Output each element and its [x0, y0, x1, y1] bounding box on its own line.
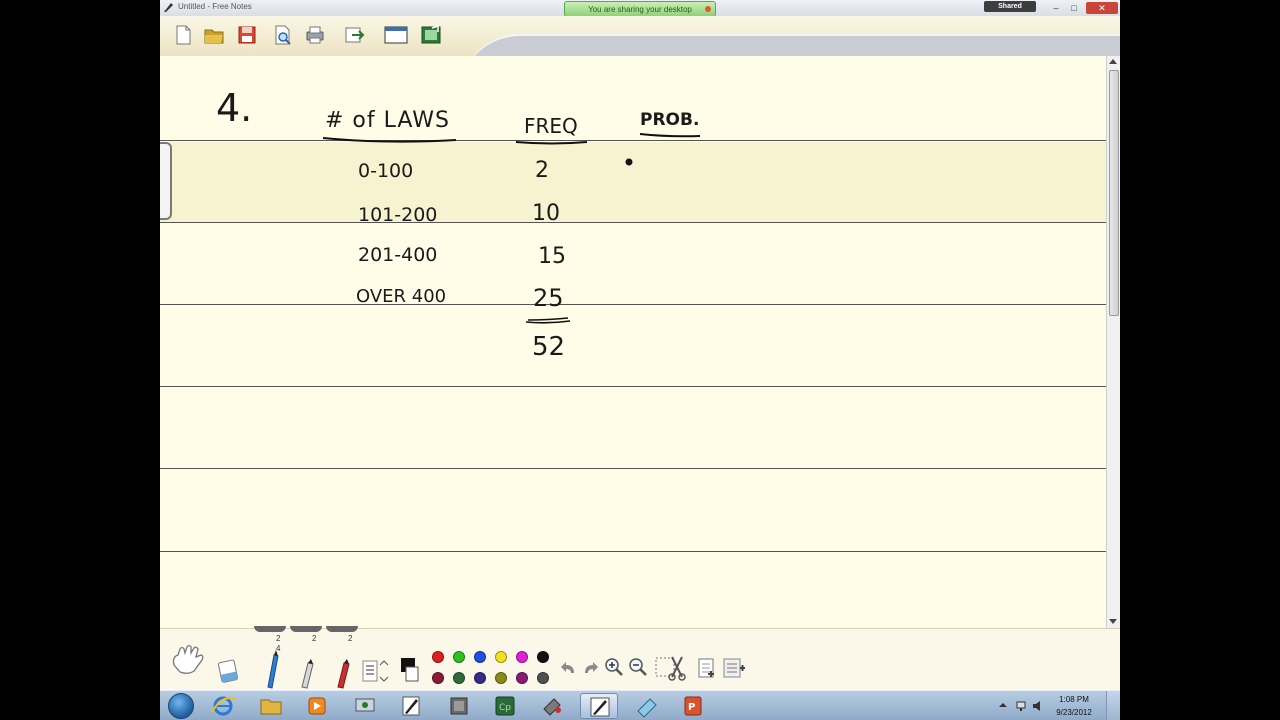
- volume-icon[interactable]: [1032, 700, 1044, 712]
- print-icon[interactable]: [304, 24, 326, 46]
- color-swatch-dark-green[interactable]: [453, 672, 465, 684]
- insert-page-icon[interactable]: [696, 657, 718, 679]
- share-banner[interactable]: You are sharing your desktop: [564, 1, 716, 17]
- explorer-icon[interactable]: [252, 693, 290, 719]
- color-swatch-indigo[interactable]: [474, 672, 486, 684]
- pen-gray-icon[interactable]: [296, 657, 318, 689]
- minimize-button[interactable]: –: [1048, 2, 1064, 14]
- add-lines-icon[interactable]: [722, 657, 746, 679]
- color-swatch-yellow[interactable]: [495, 651, 507, 663]
- zoom-out-icon[interactable]: [628, 657, 648, 677]
- save-icon[interactable]: [236, 24, 258, 46]
- scroll-up-icon[interactable]: [1109, 59, 1117, 64]
- close-button[interactable]: ✕: [1086, 2, 1118, 14]
- clock-time[interactable]: 1:08 PM: [1054, 695, 1094, 704]
- show-hidden-icons-icon[interactable]: [998, 700, 1008, 710]
- line-width-icon[interactable]: [362, 659, 390, 683]
- network-icon[interactable]: [346, 693, 384, 719]
- pen-tab[interactable]: [290, 626, 322, 632]
- network-tray-icon[interactable]: [1016, 700, 1028, 712]
- maximize-button[interactable]: □: [1066, 2, 1082, 14]
- vertical-scrollbar[interactable]: [1106, 56, 1120, 628]
- scroll-down-icon[interactable]: [1109, 619, 1117, 624]
- new-file-icon[interactable]: [172, 24, 194, 46]
- undo-icon[interactable]: [560, 659, 578, 677]
- taskbar: Cp P 1:08 PM 9/23/2012: [160, 690, 1120, 720]
- svg-text:P: P: [688, 702, 695, 713]
- pen-app-icon[interactable]: [580, 693, 618, 719]
- color-swatch-black[interactable]: [537, 651, 549, 663]
- desktop-screen: Untitled - Free Notes You are sharing yo…: [160, 0, 1120, 720]
- zoom-in-icon[interactable]: [604, 657, 624, 677]
- eraser-tool-icon[interactable]: [214, 655, 244, 687]
- powerpoint-icon[interactable]: P: [674, 693, 712, 719]
- print-preview-icon[interactable]: [271, 24, 293, 46]
- pen-count: 2: [348, 634, 353, 643]
- pen-count: 2: [276, 634, 281, 643]
- pen-blue-icon[interactable]: [260, 649, 282, 689]
- pen-count: 2: [312, 634, 317, 643]
- eraser-app-icon[interactable]: [628, 693, 666, 719]
- color-swatch-maroon[interactable]: [432, 672, 444, 684]
- captivate-icon[interactable]: Cp: [486, 693, 524, 719]
- show-desktop-button[interactable]: [1106, 691, 1120, 720]
- share-banner-text: You are sharing your desktop: [588, 5, 692, 14]
- cut-selection-icon[interactable]: [654, 655, 688, 681]
- marker-red-icon[interactable]: [332, 657, 354, 689]
- title-bar: Untitled - Free Notes You are sharing yo…: [160, 0, 1120, 17]
- color-picker-icon[interactable]: [398, 655, 420, 685]
- svg-text:Cp: Cp: [499, 703, 511, 713]
- app-icon: [164, 3, 173, 12]
- media-icon[interactable]: [298, 693, 336, 719]
- clock-date[interactable]: 9/23/2012: [1052, 708, 1096, 717]
- color-swatch-magenta[interactable]: [516, 651, 528, 663]
- shared-tab[interactable]: Shared: [984, 1, 1036, 12]
- color-swatch-red[interactable]: [432, 651, 444, 663]
- tool-icon[interactable]: [534, 693, 572, 719]
- notes-icon[interactable]: [392, 693, 430, 719]
- start-button[interactable]: [168, 693, 194, 719]
- ie-icon[interactable]: [204, 693, 242, 719]
- insert-image-icon[interactable]: [420, 24, 442, 46]
- color-swatch-gray[interactable]: [537, 672, 549, 684]
- color-swatch-green[interactable]: [453, 651, 465, 663]
- hand-tool-icon[interactable]: [168, 643, 208, 677]
- redo-icon[interactable]: [581, 659, 599, 677]
- toolbar: [160, 16, 1120, 116]
- pen-tabs: 2 2 2 4: [254, 626, 364, 653]
- export-icon[interactable]: [343, 24, 365, 46]
- pen-tab[interactable]: [254, 626, 286, 632]
- ink-strokes: [322, 133, 701, 324]
- color-swatch-blue[interactable]: [474, 651, 486, 663]
- scroll-thumb[interactable]: [1109, 70, 1119, 316]
- window-icon[interactable]: [383, 24, 409, 46]
- drawing-tools-bar: 2 2 2 4: [160, 626, 1120, 691]
- pen-tab[interactable]: [326, 626, 358, 632]
- open-folder-icon[interactable]: [203, 24, 225, 46]
- app-icon[interactable]: [440, 693, 478, 719]
- color-swatch-olive[interactable]: [495, 672, 507, 684]
- stop-sharing-icon[interactable]: [705, 6, 711, 12]
- note-canvas[interactable]: 4. # of LAWS FREQ PROB. 0-100 101-200 20…: [160, 56, 1106, 628]
- color-swatch-purple[interactable]: [516, 672, 528, 684]
- window-title: Untitled - Free Notes: [178, 2, 252, 11]
